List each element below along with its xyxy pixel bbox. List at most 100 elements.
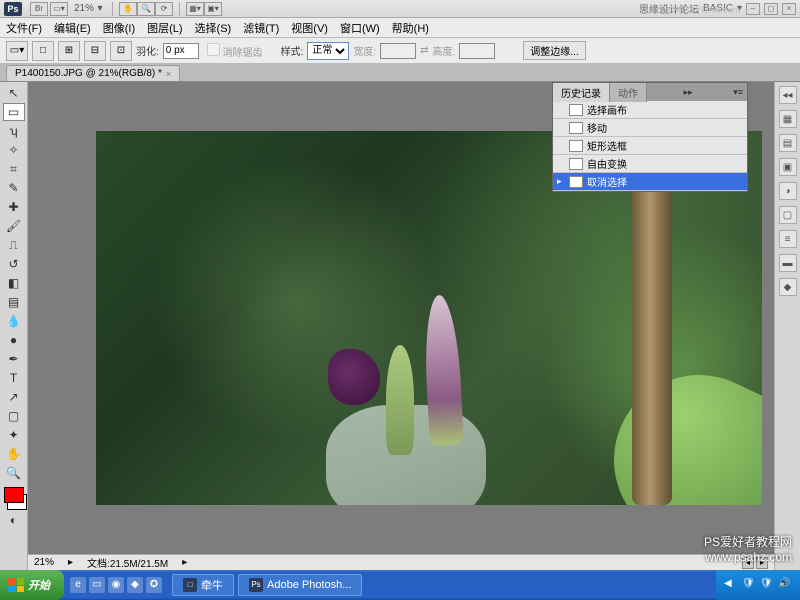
maximize-button[interactable]: ◻ [764, 3, 778, 15]
selection-subtract-icon[interactable]: ⊟ [84, 41, 106, 61]
stamp-tool[interactable]: ⎍ [3, 236, 25, 254]
status-menu-icon[interactable]: ▸ [182, 557, 187, 568]
history-brush-tool[interactable]: ↺ [3, 255, 25, 273]
adjustments-panel-icon[interactable]: ◑ [779, 182, 797, 200]
tray-icon[interactable]: 🛡 [742, 578, 756, 592]
brush-tool[interactable]: 🖌 [3, 217, 25, 235]
history-item[interactable]: 自由变换 [553, 155, 747, 173]
swatches-panel-icon[interactable]: ▤ [779, 134, 797, 152]
ql-app-icon[interactable]: ✪ [146, 577, 162, 593]
foreground-swatch[interactable] [4, 487, 24, 503]
menu-image[interactable]: 图像(I) [103, 20, 135, 36]
selection-new-icon[interactable]: □ [32, 41, 54, 61]
panel-menu-icon[interactable]: ▾≡ [729, 87, 747, 98]
eraser-tool[interactable]: ◧ [3, 274, 25, 292]
document-tab[interactable]: P1400150.JPG @ 21%(RGB/8) * × [6, 65, 180, 81]
styles-panel-icon[interactable]: ▣ [779, 158, 797, 176]
panel-collapse-icon[interactable]: ▸▸ [680, 87, 697, 98]
marquee-tool[interactable]: ▭ [3, 103, 25, 121]
history-label: 选择画布 [587, 102, 627, 117]
screenmode-cycle-button[interactable]: ▣▾ [204, 2, 222, 16]
paths-panel-icon[interactable]: ◆ [779, 278, 797, 296]
actions-tab[interactable]: 动作 [610, 83, 647, 102]
taskbar-task[interactable]: □ 牵牛 [172, 574, 234, 596]
3d-tool[interactable]: ✦ [3, 426, 25, 444]
history-tab[interactable]: 历史记录 [553, 83, 610, 102]
start-button[interactable]: 开始 [0, 570, 64, 600]
expand-dock-icon[interactable]: ◂◂ [779, 86, 797, 104]
ql-ie-icon[interactable]: e [70, 577, 86, 593]
history-item[interactable]: 矩形选框 [553, 137, 747, 155]
taskbar-task[interactable]: Ps Adobe Photosh... [238, 574, 362, 596]
ql-desktop-icon[interactable]: ▭ [89, 577, 105, 593]
menu-edit[interactable]: 编辑(E) [54, 20, 91, 36]
healing-tool[interactable]: ✚ [3, 198, 25, 216]
close-button[interactable]: × [782, 3, 796, 15]
menu-file[interactable]: 文件(F) [6, 20, 42, 36]
menu-window[interactable]: 窗口(W) [340, 20, 380, 36]
zoom-tool[interactable]: 🔍 [3, 464, 25, 482]
dodge-tool[interactable]: ● [3, 331, 25, 349]
blur-tool[interactable]: 💧 [3, 312, 25, 330]
marquee-tool-preset-icon[interactable]: ▭▾ [6, 41, 28, 61]
zoom-dropdown-icon[interactable]: ▾ [94, 3, 106, 14]
hand-tool[interactable]: ✋ [3, 445, 25, 463]
width-label: 宽度: [353, 43, 376, 58]
menu-help[interactable]: 帮助(H) [392, 20, 429, 36]
crop-tool[interactable]: ⌗ [3, 160, 25, 178]
close-tab-icon[interactable]: × [166, 69, 171, 79]
height-input [459, 43, 495, 59]
canvas-area[interactable]: 历史记录 动作 ▸▸ ▾≡ 选择画布 移动 矩形选框 自由变换 ▸取消选择 [28, 82, 774, 570]
workspace: ↖ ▭ ʮ ✧ ⌗ ✎ ✚ 🖌 ⎍ ↺ ◧ ▤ 💧 ● ✒ T ↗ ▢ ✦ ✋ … [0, 82, 800, 570]
toolbox: ↖ ▭ ʮ ✧ ⌗ ✎ ✚ 🖌 ⎍ ↺ ◧ ▤ 💧 ● ✒ T ↗ ▢ ✦ ✋ … [0, 82, 28, 570]
hand-tool-icon[interactable]: ✋ [119, 2, 137, 16]
move-tool[interactable]: ↖ [3, 84, 25, 102]
status-dropdown-icon[interactable]: ▸ [68, 557, 73, 568]
type-tool[interactable]: T [3, 369, 25, 387]
system-tray[interactable]: ◀ 🛡 🛡 🔊 [716, 570, 800, 600]
bridge-button[interactable]: Br [30, 2, 48, 16]
zoom-tool-icon[interactable]: 🔍 [137, 2, 155, 16]
color-panel-icon[interactable]: ▦ [779, 110, 797, 128]
folder-icon: □ [183, 578, 197, 592]
image-content [328, 349, 380, 405]
windows-logo-icon [8, 578, 24, 592]
lasso-tool[interactable]: ʮ [3, 122, 25, 140]
path-select-tool[interactable]: ↗ [3, 388, 25, 406]
zoom-readout[interactable]: 21% [74, 3, 94, 14]
quickmask-toggle[interactable]: ◐ [3, 511, 25, 529]
history-item[interactable]: 选择画布 [553, 101, 747, 119]
status-zoom[interactable]: 21% [34, 557, 54, 568]
tray-icon[interactable]: ◀ [724, 578, 738, 592]
pen-tool[interactable]: ✒ [3, 350, 25, 368]
refine-edge-button[interactable]: 调整边缘... [523, 41, 585, 60]
history-label: 移动 [587, 120, 607, 135]
menu-select[interactable]: 选择(S) [195, 20, 232, 36]
layers-panel-icon[interactable]: ≡ [779, 230, 797, 248]
arrange-docs-button[interactable]: ▦▾ [186, 2, 204, 16]
style-select[interactable]: 正常 [307, 42, 349, 60]
ql-app-icon[interactable]: ◉ [108, 577, 124, 593]
feather-input[interactable] [163, 43, 199, 59]
gradient-tool[interactable]: ▤ [3, 293, 25, 311]
selection-add-icon[interactable]: ⊞ [58, 41, 80, 61]
ql-app-icon[interactable]: ◆ [127, 577, 143, 593]
masks-panel-icon[interactable]: ▢ [779, 206, 797, 224]
menu-view[interactable]: 视图(V) [291, 20, 328, 36]
shape-tool[interactable]: ▢ [3, 407, 25, 425]
antialias-label: 消除锯齿 [223, 48, 263, 59]
history-item[interactable]: 移动 [553, 119, 747, 137]
wand-tool[interactable]: ✧ [3, 141, 25, 159]
channels-panel-icon[interactable]: ▬ [779, 254, 797, 272]
screen-mode-button[interactable]: ▭▾ [50, 2, 68, 16]
selection-intersect-icon[interactable]: ⊡ [110, 41, 132, 61]
minimize-button[interactable]: – [746, 3, 760, 15]
rotate-view-icon[interactable]: ⟳ [155, 2, 173, 16]
tray-icon[interactable]: 🔊 [778, 578, 792, 592]
menu-filter[interactable]: 滤镜(T) [243, 20, 279, 36]
eyedropper-tool[interactable]: ✎ [3, 179, 25, 197]
titlebar-button-group: Br ▭▾ [30, 2, 68, 16]
history-item[interactable]: ▸取消选择 [553, 173, 747, 191]
tray-icon[interactable]: 🛡 [760, 578, 774, 592]
menu-layer[interactable]: 图层(L) [147, 20, 182, 36]
